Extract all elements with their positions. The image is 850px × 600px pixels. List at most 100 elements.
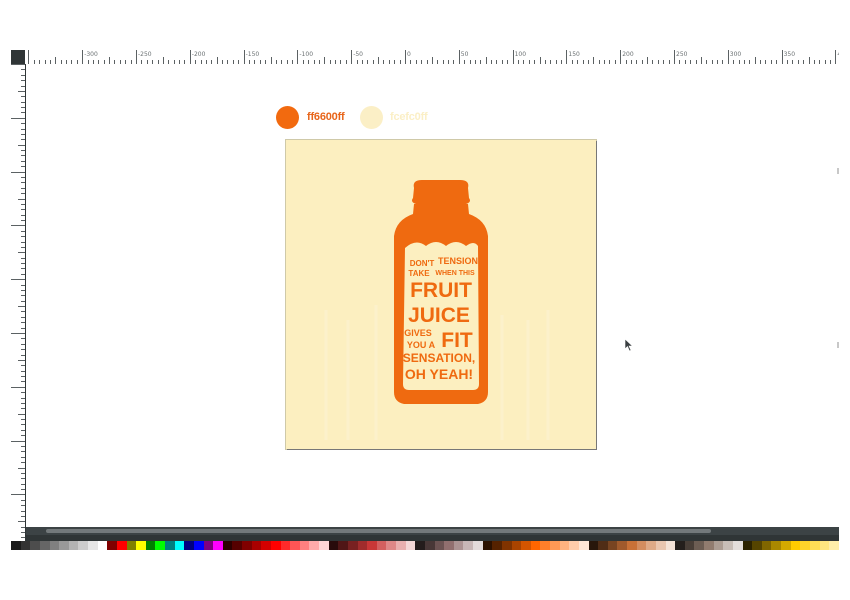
palette-swatch[interactable] (299, 541, 310, 550)
palette-swatch[interactable] (357, 541, 368, 550)
palette-swatch[interactable] (155, 541, 165, 550)
palette-swatch[interactable] (319, 541, 329, 550)
palette-swatch[interactable] (829, 541, 839, 550)
palette-swatch[interactable] (550, 541, 560, 550)
palette-swatch[interactable] (732, 541, 743, 550)
palette-swatch[interactable] (213, 541, 223, 550)
palette-swatch[interactable] (97, 541, 108, 550)
palette-swatch[interactable] (396, 541, 406, 550)
palette-swatch[interactable] (752, 541, 762, 550)
palette-swatch[interactable] (800, 541, 810, 550)
palette-swatch[interactable] (511, 541, 522, 550)
swatch-chip-cream[interactable] (360, 106, 383, 129)
palette-swatch[interactable] (30, 541, 40, 550)
palette-swatch[interactable] (453, 541, 464, 550)
palette-swatch[interactable] (578, 541, 589, 550)
palette-swatch[interactable] (136, 541, 146, 550)
palette-swatch[interactable] (78, 541, 88, 550)
palette-swatch[interactable] (290, 541, 300, 550)
palette-swatch[interactable] (704, 541, 714, 550)
palette-swatch[interactable] (646, 541, 656, 550)
palette-swatch[interactable] (174, 541, 185, 550)
palette-swatch[interactable] (116, 541, 127, 550)
palette-swatch[interactable] (280, 541, 291, 550)
palette-swatch[interactable] (376, 541, 387, 550)
palette-swatch[interactable] (434, 541, 445, 550)
palette-swatch[interactable] (165, 541, 175, 550)
swatch-chip-orange[interactable] (276, 106, 299, 129)
palette-swatch[interactable] (203, 541, 214, 550)
palette-swatch[interactable] (126, 541, 137, 550)
palette-swatch[interactable] (232, 541, 242, 550)
palette-swatch[interactable] (463, 541, 473, 550)
palette-swatch[interactable] (569, 541, 579, 550)
ruler-tick (21, 150, 25, 152)
palette-swatch[interactable] (598, 541, 608, 550)
palette-swatch[interactable] (39, 541, 50, 550)
vertical-ruler[interactable] (11, 64, 26, 542)
palette-swatch[interactable] (107, 541, 117, 550)
palette-swatch[interactable] (193, 541, 204, 550)
palette-swatch[interactable] (270, 541, 281, 550)
palette-swatch[interactable] (540, 541, 550, 550)
palette-swatch[interactable] (723, 541, 733, 550)
palette-swatch[interactable] (559, 541, 570, 550)
palette-swatch[interactable] (530, 541, 541, 550)
palette-swatch[interactable] (473, 541, 483, 550)
palette-swatch[interactable] (88, 541, 98, 550)
palette-swatch[interactable] (492, 541, 502, 550)
ruler-tick (21, 295, 25, 297)
palette-swatch[interactable] (742, 541, 753, 550)
palette-swatch[interactable] (521, 541, 531, 550)
palette-swatch[interactable] (627, 541, 637, 550)
palette-swatch[interactable] (607, 541, 618, 550)
palette-swatch[interactable] (261, 541, 271, 550)
text-gives: GIVES (404, 328, 432, 338)
palette-swatch[interactable] (20, 541, 31, 550)
palette-swatch[interactable] (819, 541, 830, 550)
palette-swatch[interactable] (675, 541, 685, 550)
palette-swatch[interactable] (636, 541, 647, 550)
palette-swatch[interactable] (684, 541, 695, 550)
palette-swatch[interactable] (59, 541, 69, 550)
palette-swatch[interactable] (328, 541, 339, 550)
palette-swatch[interactable] (501, 541, 512, 550)
palette-swatch[interactable] (11, 541, 21, 550)
artboard[interactable]: DON'T TENSION TAKE WHEN THIS FRUIT JUICE… (286, 140, 596, 449)
palette-swatch[interactable] (222, 541, 233, 550)
palette-swatch[interactable] (367, 541, 377, 550)
palette-swatch[interactable] (405, 541, 416, 550)
palette-swatch[interactable] (713, 541, 724, 550)
palette-swatch[interactable] (386, 541, 396, 550)
palette-swatch[interactable] (617, 541, 627, 550)
palette-swatch[interactable] (665, 541, 676, 550)
palette-swatch[interactable] (415, 541, 425, 550)
palette-swatch[interactable] (444, 541, 454, 550)
palette-swatch[interactable] (145, 541, 156, 550)
palette-swatch[interactable] (761, 541, 772, 550)
palette-swatch[interactable] (588, 541, 599, 550)
palette-swatch[interactable] (482, 541, 493, 550)
palette-swatch[interactable] (424, 541, 435, 550)
horizontal-ruler[interactable]: 🔒 -300-250-200-150-100-50050100150200250… (25, 50, 839, 64)
palette-swatch[interactable] (309, 541, 319, 550)
ruler-tick (11, 494, 25, 496)
horizontal-scrollbar[interactable] (26, 527, 839, 535)
palette-swatch[interactable] (184, 541, 194, 550)
palette-swatch[interactable] (655, 541, 666, 550)
ruler-tick (270, 57, 272, 64)
palette-swatch[interactable] (781, 541, 791, 550)
palette-swatch[interactable] (68, 541, 79, 550)
drawing-canvas[interactable]: ff6600ff fcefc0ff DON'T TENSION TAKE WHE… (26, 64, 839, 527)
palette-swatch[interactable] (49, 541, 60, 550)
scrollbar-thumb[interactable] (46, 529, 711, 533)
palette-swatch[interactable] (251, 541, 262, 550)
palette-swatch[interactable] (242, 541, 252, 550)
color-palette[interactable] (11, 541, 839, 550)
palette-swatch[interactable] (694, 541, 704, 550)
palette-swatch[interactable] (771, 541, 781, 550)
palette-swatch[interactable] (790, 541, 801, 550)
palette-swatch[interactable] (347, 541, 358, 550)
palette-swatch[interactable] (809, 541, 820, 550)
palette-swatch[interactable] (338, 541, 348, 550)
